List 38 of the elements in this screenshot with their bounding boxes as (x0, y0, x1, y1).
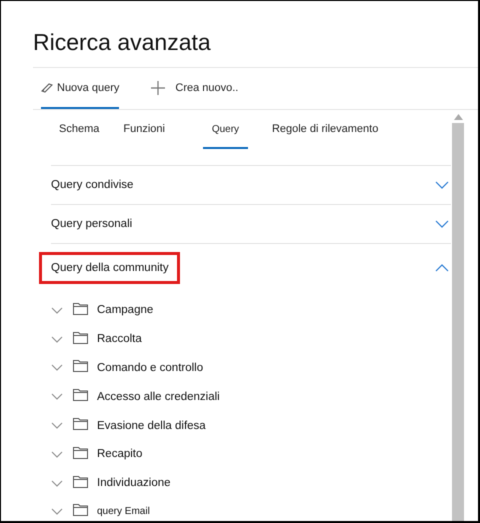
folder-item[interactable]: Raccolta (51, 324, 451, 354)
folder-icon (73, 418, 88, 430)
folder-item[interactable]: Recapito (51, 440, 451, 469)
folder-icon (73, 504, 88, 516)
tab[interactable]: Crea nuovo.. (151, 68, 238, 109)
folder-icon (73, 360, 88, 372)
plus-icon (151, 80, 166, 94)
scrollbar-thumb[interactable] (452, 123, 464, 521)
folder-icon (73, 389, 88, 402)
folder-item[interactable]: Evasione della difesa (51, 411, 451, 440)
pencil-icon (41, 82, 53, 92)
chevron-down-icon[interactable] (51, 508, 63, 516)
folder-item[interactable]: Individuazione (51, 468, 451, 498)
section-title[interactable]: Query condivise (39, 169, 144, 201)
page-title: Ricerca avanzata (32, 28, 212, 57)
chevron-down-icon[interactable] (51, 450, 63, 458)
scroll-up-icon[interactable] (454, 114, 462, 120)
tab[interactable]: Query (202, 111, 248, 149)
chevron-down-icon[interactable] (51, 422, 63, 430)
tab[interactable]: Funzioni (123, 111, 165, 149)
tab[interactable]: Nuova query (41, 68, 120, 109)
folder-item[interactable]: query Email (51, 498, 451, 521)
tab[interactable]: Regole di rilevamento (272, 111, 378, 149)
folder-item[interactable]: Accesso alle credenziali (51, 382, 451, 412)
chevron-down-icon[interactable] (51, 393, 63, 400)
chevron-down-icon[interactable] (51, 364, 63, 372)
folder-icon (73, 476, 88, 488)
tab[interactable]: Schema (59, 111, 100, 149)
section-title[interactable]: Query della community (39, 252, 180, 284)
chevron-down-icon[interactable] (51, 336, 63, 343)
section-title[interactable]: Query personali (39, 208, 144, 240)
folder-item[interactable]: Campagne (51, 296, 451, 325)
chevron-down-icon[interactable] (51, 480, 63, 487)
folder-icon (73, 332, 88, 344)
chevron-down-icon[interactable] (51, 306, 63, 314)
folder-item[interactable]: Comando e controllo (51, 354, 451, 382)
folder-icon (73, 446, 88, 459)
folder-icon (73, 302, 88, 315)
